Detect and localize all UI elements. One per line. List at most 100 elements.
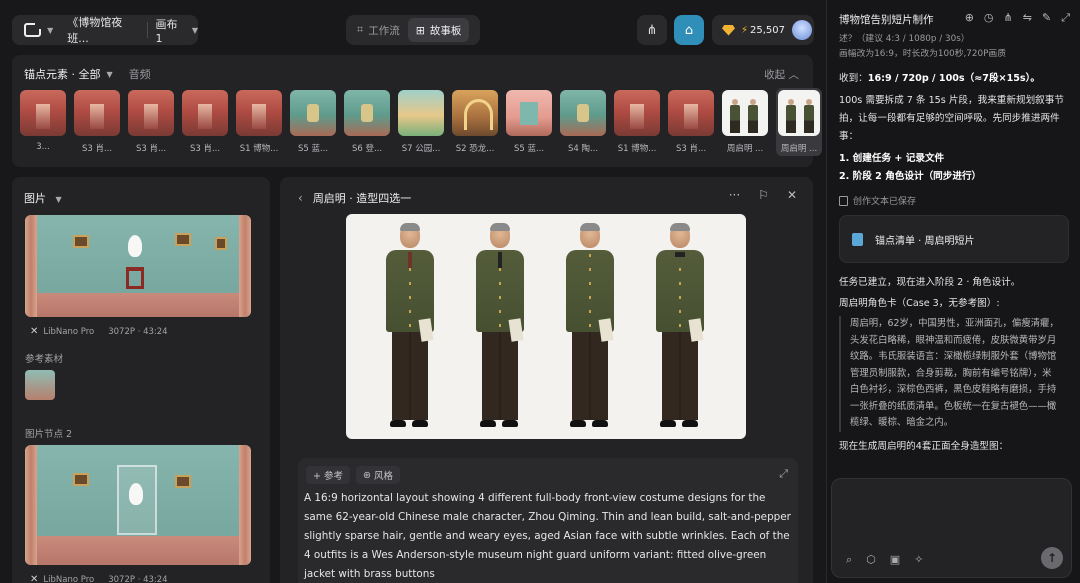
tab-workflow[interactable]: ⌗ 工作流: [349, 18, 408, 42]
anchor-thumbnail[interactable]: S1 博物...: [236, 90, 282, 156]
image-node-label: 图片节点 2: [25, 429, 73, 440]
arrow-up-icon: ↑: [1046, 551, 1058, 565]
anchor-thumbnail-label: 周启明 ...: [726, 144, 764, 154]
tab-anchor-elements[interactable]: 锚点元素 · 全部: [24, 66, 101, 82]
generated-image-1[interactable]: [25, 215, 251, 317]
anchor-thumbnail-image: [506, 90, 552, 136]
detail-panel: ‹ 周启明 · 造型四选一 ··· ⚐ ✕ + 参考 ⊛ 风格 ⤢ A 16:9…: [280, 177, 813, 583]
anchor-thumbnail[interactable]: S7 公园...: [398, 90, 444, 156]
share-icon[interactable]: ⋔: [1004, 11, 1013, 25]
tab-storyboard[interactable]: ⊞ 故事板: [407, 18, 470, 42]
anchor-thumbnail-label: S5 蓝...: [297, 144, 329, 154]
anchor-thumbnail-label: S1 博物...: [239, 144, 279, 154]
avatar[interactable]: [792, 20, 813, 40]
anchor-thumbnail[interactable]: S3 肖...: [74, 90, 120, 156]
anchor-thumbnail[interactable]: S4 陶...: [560, 90, 606, 156]
image-meta: ✕ LibNano Pro 3072P · 43:24: [30, 326, 168, 337]
anchor-thumbnail[interactable]: 周启明 ...: [776, 88, 822, 156]
document-title[interactable]: 《博物馆夜班...: [67, 14, 138, 46]
anchor-thumbnail-image: [74, 90, 120, 136]
costume-preview-image[interactable]: [346, 214, 746, 439]
store-icon: ⌂: [684, 22, 694, 38]
settings-icon[interactable]: ⇋: [1023, 11, 1032, 25]
anchor-list-card[interactable]: 锚点清单 · 周启明短片: [839, 215, 1069, 263]
mode-switcher: ⌗ 工作流 ⊞ 故事板: [346, 15, 480, 45]
anchor-thumbnail[interactable]: S5 蓝...: [506, 90, 552, 156]
close-icon[interactable]: ✕: [787, 188, 797, 202]
collapse-button[interactable]: 收起 ︿: [764, 67, 799, 82]
app-menu[interactable]: ▼ 《博物馆夜班... 画布 1 ▼: [12, 15, 198, 45]
style-icon: ⊛: [362, 469, 374, 481]
new-chat-icon[interactable]: ⊕: [965, 11, 974, 25]
attach-icon[interactable]: ⌕: [846, 553, 852, 567]
history-icon[interactable]: ◷: [984, 11, 994, 25]
credit-count: 25,507: [750, 24, 786, 36]
expand-icon[interactable]: ⤢: [1061, 11, 1070, 25]
anchor-thumbnail[interactable]: S3 肖...: [668, 90, 714, 156]
store-button[interactable]: ⌂: [674, 15, 704, 45]
style-button[interactable]: ⊛ 风格: [355, 466, 400, 484]
expand-icon[interactable]: ⤢: [779, 467, 788, 481]
anchor-thumbnail-image: [778, 90, 820, 136]
anchor-thumbnail-image: [20, 90, 66, 136]
cube-icon[interactable]: ⬡: [866, 553, 876, 567]
anchor-thumbnail-image: [398, 90, 444, 136]
detail-title: 周启明 · 造型四选一: [312, 192, 412, 205]
anchor-thumbnail-label: S3 肖...: [81, 144, 113, 154]
figure: [786, 99, 796, 133]
prompt-text[interactable]: A 16:9 horizontal layout showing 4 diffe…: [304, 489, 792, 583]
model-logo-icon: ✕: [30, 326, 39, 337]
role-description-quote: 周启明，62岁，中国男性，亚洲面孔，偏瘦清癯， 头发花白略稀，眼神温和而疲倦，皮…: [839, 316, 1073, 432]
share-icon: ⋔: [646, 22, 658, 38]
anchor-thumbnail[interactable]: S3 肖...: [128, 90, 174, 156]
anchor-thumbnail[interactable]: S6 登...: [344, 90, 390, 156]
chat-messages: 述？（建议 4:3 / 1080p / 30s） 画幅改为16:9，时长改为10…: [839, 32, 1073, 456]
chat-input[interactable]: ⌕ ⬡ ▣ ✧ ↑: [831, 478, 1072, 578]
chat-text: 收到：16:9 / 720p / 100s（≈7段×15s）。: [839, 73, 1041, 84]
more-icon[interactable]: ···: [729, 188, 740, 202]
anchor-thumbnail[interactable]: 3...: [20, 90, 66, 156]
chat-text: 现在生成周启明的4套正面全身造型图：: [839, 440, 1009, 452]
anchor-thumbnail-label: S5 蓝...: [513, 144, 545, 154]
canvas-selector[interactable]: 画布 1: [156, 16, 186, 45]
anchor-thumbnail[interactable]: 周启明 ...: [722, 90, 768, 156]
prompt-editor[interactable]: + 参考 ⊛ 风格 ⤢ A 16:9 horizontal layout sho…: [298, 458, 798, 583]
credits-badge[interactable]: ⚡ 25,507: [712, 15, 814, 45]
image-icon[interactable]: ▣: [890, 553, 900, 567]
anchor-thumbnail-image: [344, 90, 390, 136]
chevron-down-icon: ▼: [55, 195, 62, 204]
chat-text: 周启明角色卡（Case 3，无参考图）:: [839, 298, 1000, 309]
anchor-thumbnail-image: [128, 90, 174, 136]
anchor-thumbnail-label: S3 肖...: [189, 144, 221, 154]
anchor-thumbnails: 3... S3 肖... S3 肖... S3 肖... S1 博物... S5 蓝...…: [20, 88, 822, 156]
saved-status: 创作文本已保存: [839, 194, 1073, 207]
anchor-thumbnail-image: [614, 90, 660, 136]
add-reference-button[interactable]: + 参考: [306, 466, 350, 484]
app-logo-icon: [24, 22, 43, 37]
anchor-thumbnail[interactable]: S2 恐龙...: [452, 90, 498, 156]
anchor-thumbnail-image: [182, 90, 228, 136]
edit-icon[interactable]: ✎: [1042, 11, 1051, 25]
image-panel: 图片 ▼ ✕ LibNano Pro 3072P · 43:24 参考素材 图片…: [12, 177, 270, 583]
anchor-thumbnail-label: S7 公园...: [401, 144, 441, 154]
anchor-thumbnail-image: [668, 90, 714, 136]
send-button[interactable]: ↑: [1041, 547, 1063, 569]
tab-label: 故事板: [429, 24, 462, 37]
costume-figure: [648, 223, 712, 429]
back-arrow-icon[interactable]: ‹: [298, 191, 303, 205]
tab-audio[interactable]: 音频: [129, 66, 151, 82]
anchor-thumbnail[interactable]: S1 博物...: [614, 90, 660, 156]
magic-icon[interactable]: ✧: [914, 553, 923, 567]
generated-image-2[interactable]: [25, 445, 251, 565]
reference-thumbnail[interactable]: [25, 370, 55, 400]
anchor-thumbnail-label: S1 博物...: [617, 144, 657, 154]
chat-text: 1. 创建任务 + 记录文件: [839, 153, 945, 164]
flag-icon[interactable]: ⚐: [758, 188, 769, 202]
anchor-thumbnail-image: [722, 90, 768, 136]
panel-title[interactable]: 图片 ▼: [24, 190, 62, 206]
anchor-thumbnail-label: S2 恐龙...: [455, 144, 495, 154]
anchor-thumbnail[interactable]: S3 肖...: [182, 90, 228, 156]
anchor-thumbnail[interactable]: S5 蓝...: [290, 90, 336, 156]
share-button[interactable]: ⋔: [637, 15, 667, 45]
tab-label: 工作流: [368, 24, 400, 37]
